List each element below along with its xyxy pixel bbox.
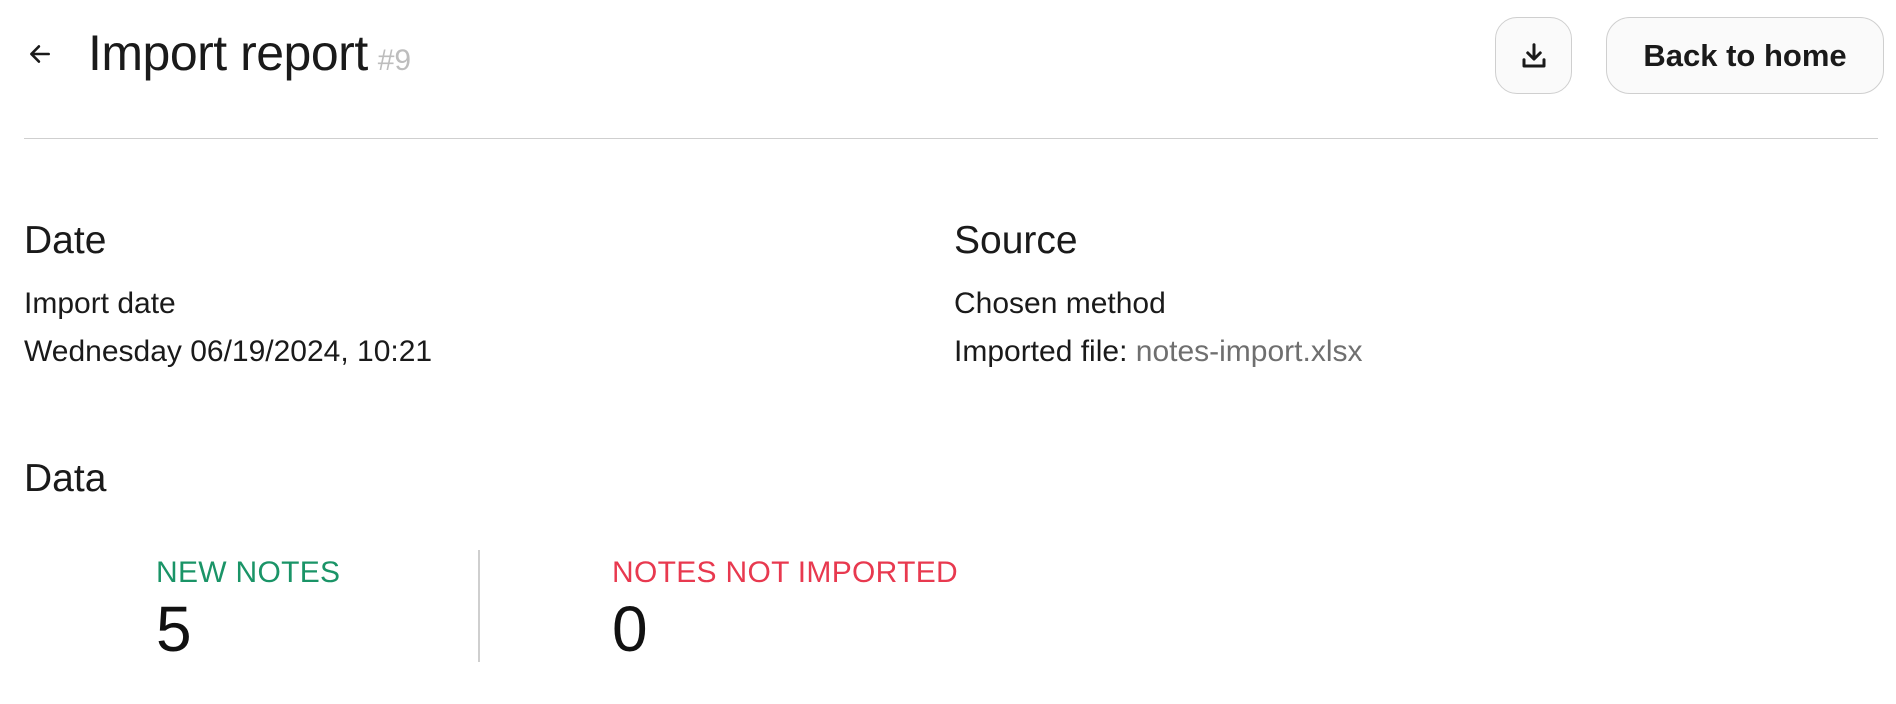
back-button[interactable] bbox=[24, 38, 56, 70]
page-title: Import report bbox=[88, 25, 368, 81]
notes-not-imported-label: NOTES NOT IMPORTED bbox=[612, 556, 958, 589]
new-notes-label: NEW NOTES bbox=[156, 556, 341, 589]
date-section-title: Date bbox=[24, 219, 107, 262]
source-section-title: Source bbox=[954, 219, 1078, 262]
download-button[interactable] bbox=[1495, 17, 1572, 94]
imported-file-line: Imported file: notes-import.xlsx bbox=[954, 335, 1363, 369]
imported-file-label: Imported file: bbox=[954, 335, 1128, 368]
chosen-method-label: Chosen method bbox=[954, 287, 1166, 320]
new-notes-value: 5 bbox=[156, 593, 192, 665]
download-icon bbox=[1522, 42, 1545, 67]
arrow-left-icon bbox=[30, 45, 50, 63]
page-title-group: Import report #9 bbox=[88, 24, 411, 82]
imported-file-name: notes-import.xlsx bbox=[1135, 335, 1363, 368]
import-date-value: Wednesday 06/19/2024, 10:21 bbox=[24, 335, 433, 368]
stats-divider bbox=[478, 550, 480, 662]
page-header: Import report #9 Back to home bbox=[24, 0, 1884, 139]
report-id: #9 bbox=[377, 44, 412, 77]
notes-not-imported-value: 0 bbox=[612, 593, 648, 665]
data-section-title: Data bbox=[24, 457, 107, 500]
import-date-label: Import date bbox=[24, 287, 176, 320]
back-to-home-button[interactable]: Back to home bbox=[1606, 17, 1884, 94]
